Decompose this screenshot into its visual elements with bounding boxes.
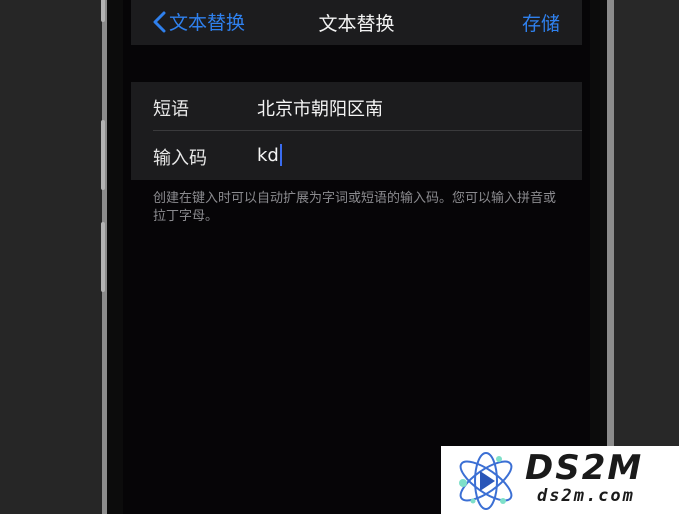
phrase-field[interactable]: 北京市朝阳区南 xyxy=(257,95,383,121)
watermark-subtitle: ds2m.com xyxy=(537,486,635,506)
phone-screen: 文本替换 文本替换 存储 短语 北京市朝阳区南 输入码 kd 创建在键入时可以自… xyxy=(123,0,590,514)
text-cursor xyxy=(279,144,282,166)
phone-bezel-right xyxy=(590,0,607,514)
phone-volume-down-button xyxy=(101,222,105,292)
phrase-row[interactable]: 短语 北京市朝阳区南 xyxy=(131,82,582,131)
shortcut-row[interactable]: 输入码 kd xyxy=(131,131,582,180)
phone-side-button-top xyxy=(101,0,105,22)
navigation-bar: 文本替换 文本替换 存储 xyxy=(131,0,582,45)
page-title: 文本替换 xyxy=(318,13,395,35)
background-left xyxy=(0,0,105,514)
shortcut-field-value: kd xyxy=(257,144,279,166)
shortcut-label: 输入码 xyxy=(153,148,207,169)
atom-logo-icon xyxy=(459,452,513,510)
watermark: DS2M ds2m.com xyxy=(441,446,679,514)
hint-text: 创建在键入时可以自动扩展为字词或短语的输入码。您可以输入拼音或拉丁字母。 xyxy=(153,191,557,224)
watermark-title: DS2M xyxy=(525,448,644,488)
save-button[interactable]: 存储 xyxy=(522,9,560,36)
text-replacement-form: 短语 北京市朝阳区南 输入码 kd xyxy=(131,82,582,180)
shortcut-field[interactable]: kd xyxy=(257,142,282,168)
phone-bezel-left xyxy=(107,0,123,514)
phrase-label: 短语 xyxy=(153,99,189,120)
phone-volume-up-button xyxy=(101,120,105,190)
background-right xyxy=(612,0,679,514)
